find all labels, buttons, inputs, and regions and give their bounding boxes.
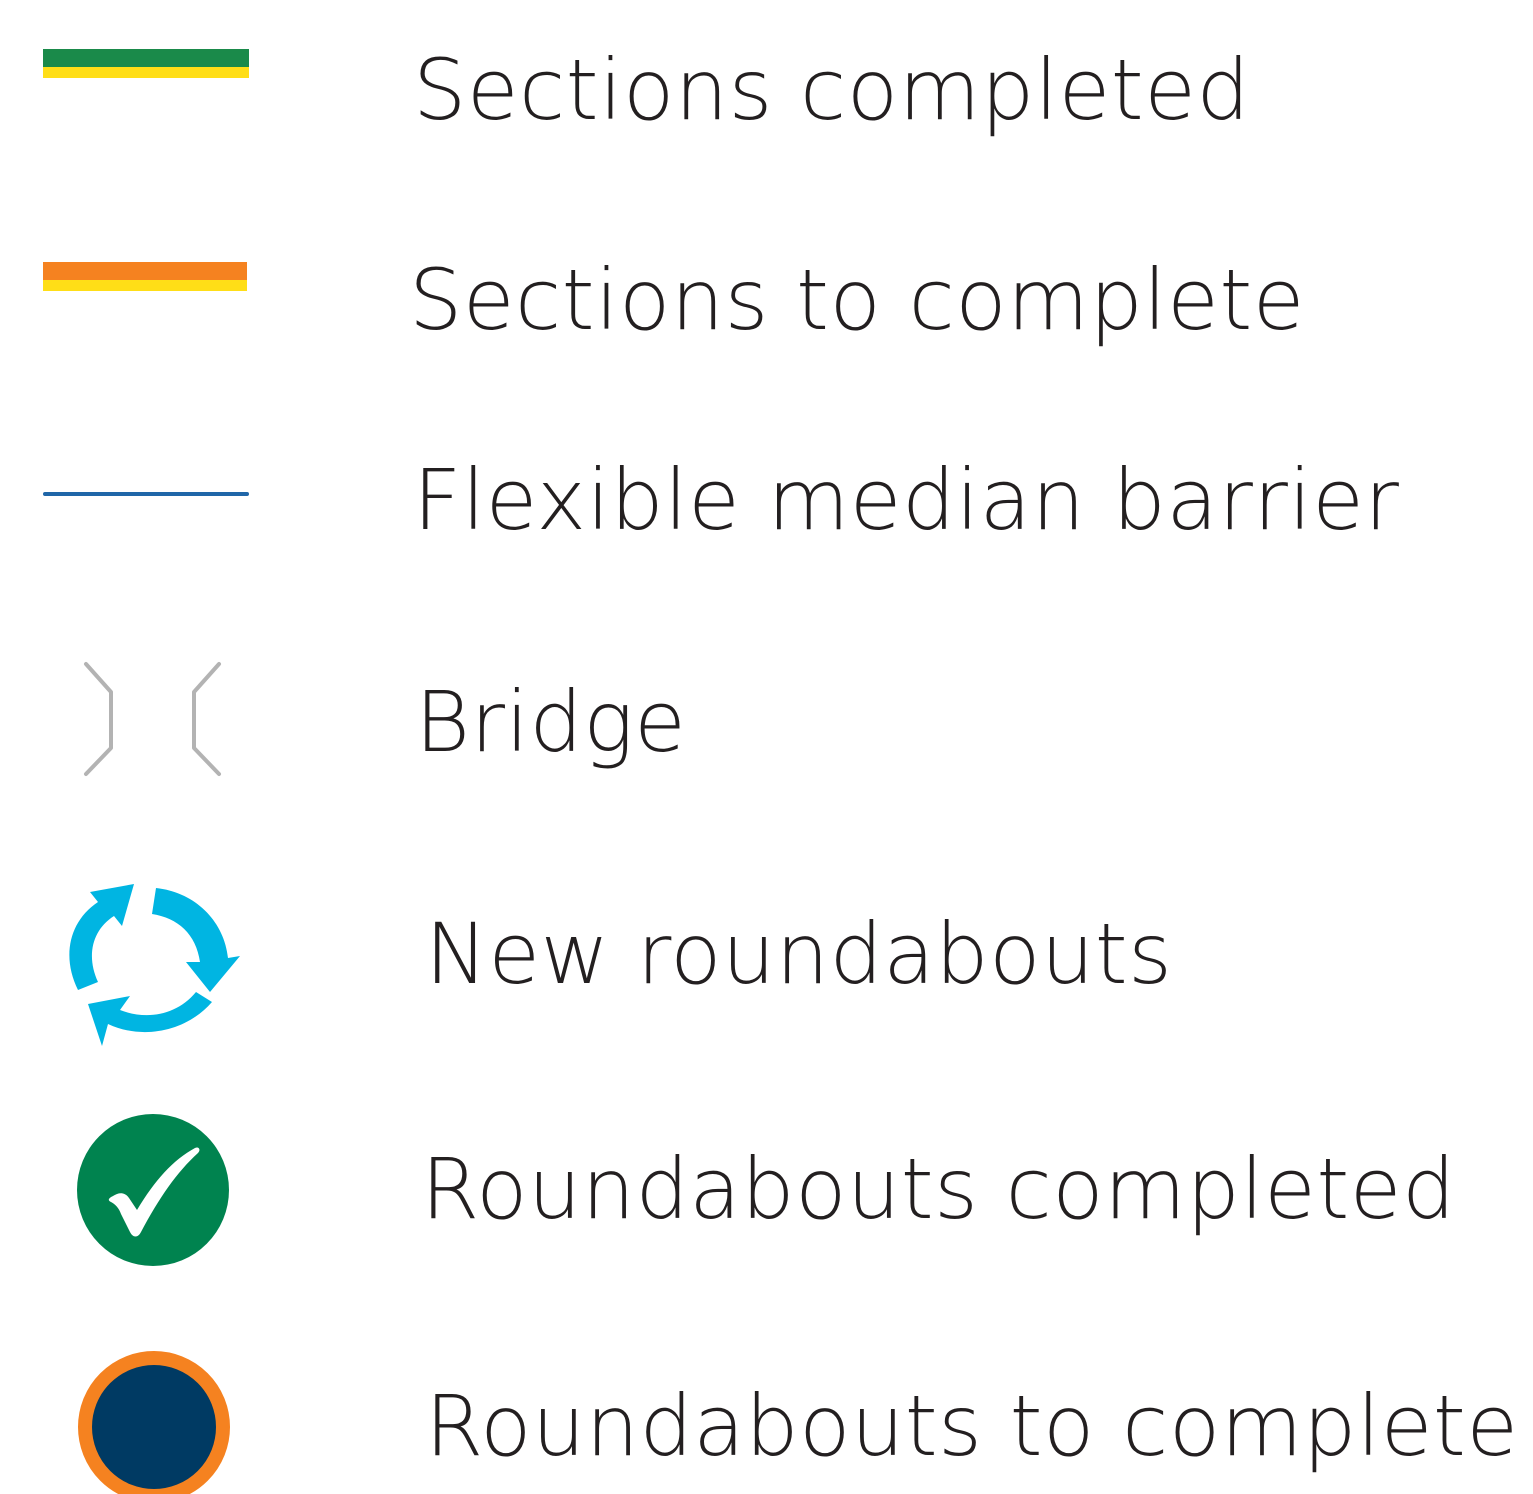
legend-label: Roundabouts to complete [425,1377,1519,1475]
circular-arrows-icon [69,884,240,1046]
bridge-icon [84,662,221,776]
legend-label: New roundabouts [425,905,1173,1003]
green-yellow-line-icon [43,49,249,79]
legend-label: Sections completed [413,41,1251,139]
navy-orange-circle-icon [78,1351,230,1494]
blue-line-icon [43,492,249,496]
legend-label: Sections to complete [409,251,1305,349]
legend-label: Bridge [415,673,687,771]
legend-label: Flexible median barrier [413,451,1400,549]
orange-yellow-line-icon [43,262,247,291]
map-legend: Sections completed Sections to complete … [0,0,1533,1494]
checkmark-circle-icon [77,1114,229,1266]
legend-label: Roundabouts completed [421,1140,1456,1238]
